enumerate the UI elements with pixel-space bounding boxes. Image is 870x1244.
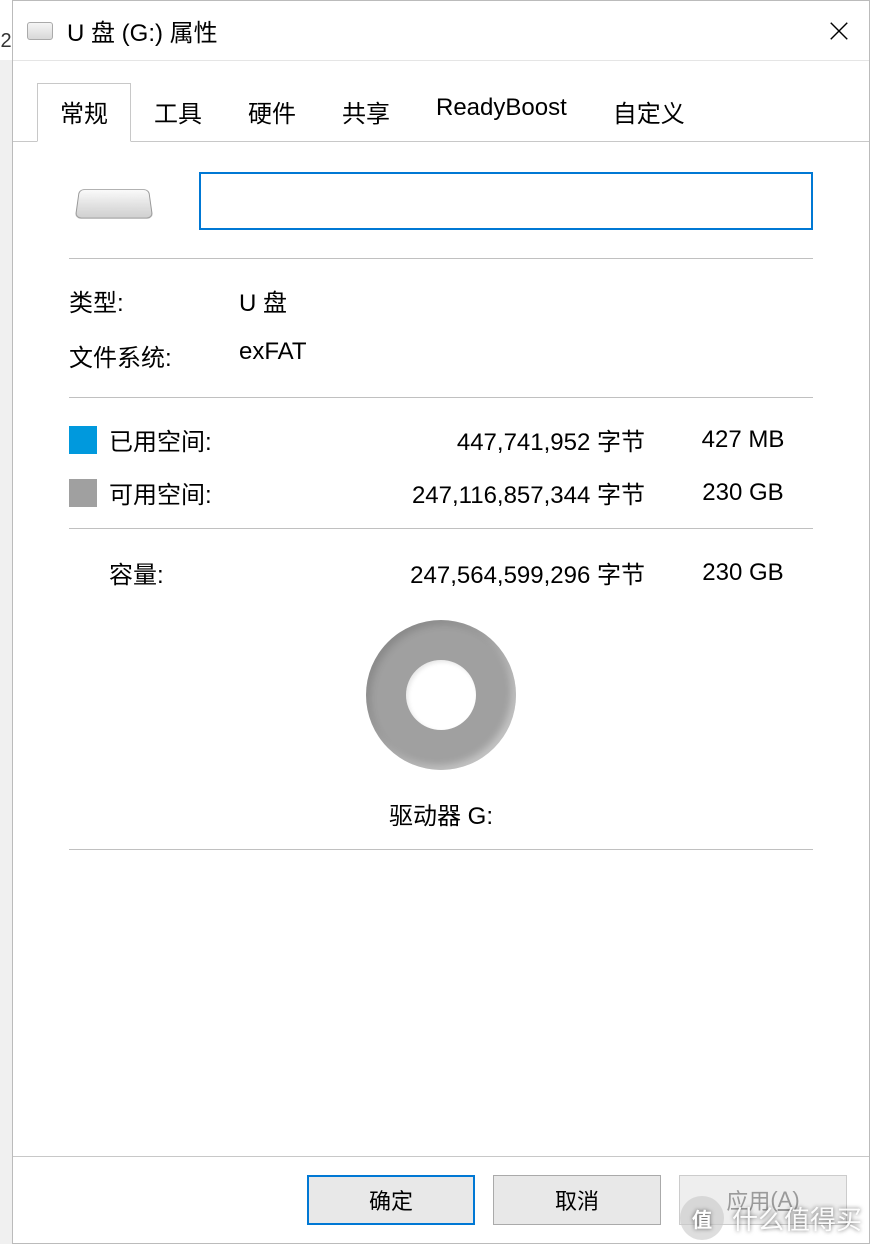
- tab-customize[interactable]: 自定义: [590, 83, 708, 141]
- free-space-label: 可用空间:: [109, 475, 269, 510]
- type-value: U 盘: [239, 283, 813, 318]
- used-space-bytes: 447,741,952 字节: [269, 422, 673, 457]
- close-button[interactable]: [809, 1, 869, 61]
- free-space-row: 可用空间: 247,116,857,344 字节 230 GB: [69, 475, 813, 510]
- used-space-swatch: [69, 426, 97, 454]
- tab-general[interactable]: 常规: [37, 83, 131, 142]
- tab-strip: 常规 工具 硬件 共享 ReadyBoost 自定义: [13, 83, 869, 142]
- drive-name-input[interactable]: [199, 172, 813, 230]
- cancel-button[interactable]: 取消: [493, 1175, 661, 1225]
- used-space-row: 已用空间: 447,741,952 字节 427 MB: [69, 422, 813, 457]
- tab-readyboost[interactable]: ReadyBoost: [413, 83, 590, 141]
- watermark-text: 什么值得买: [732, 1200, 862, 1237]
- usage-chart-wrap: 驱动器 G:: [69, 620, 813, 831]
- filesystem-value: exFAT: [239, 338, 813, 373]
- divider: [69, 258, 813, 259]
- capacity-row: 容量: 247,564,599,296 字节 230 GB: [69, 555, 813, 590]
- usage-pie-chart: [366, 620, 516, 770]
- drive-info-grid: 类型: U 盘 文件系统: exFAT: [69, 283, 813, 373]
- used-space-label: 已用空间:: [109, 422, 269, 457]
- background-window-fragment: 2: [0, 0, 12, 60]
- ok-button[interactable]: 确定: [307, 1175, 475, 1225]
- titlebar: U 盘 (G:) 属性: [13, 1, 869, 61]
- drive-icon: [27, 22, 53, 40]
- properties-dialog: U 盘 (G:) 属性 常规 工具 硬件 共享 ReadyBoost 自定义 类…: [12, 0, 870, 1244]
- capacity-label: 容量:: [109, 555, 269, 590]
- watermark: 值 什么值得买: [672, 1192, 870, 1244]
- capacity-human: 230 GB: [673, 559, 813, 587]
- tab-hardware[interactable]: 硬件: [225, 83, 319, 141]
- tab-content-general: 类型: U 盘 文件系统: exFAT 已用空间: 447,741,952 字节…: [13, 142, 869, 1156]
- drive-icon-large: [69, 176, 159, 226]
- free-space-bytes: 247,116,857,344 字节: [269, 475, 673, 510]
- tab-sharing[interactable]: 共享: [319, 83, 413, 141]
- watermark-badge-icon: 值: [680, 1196, 724, 1240]
- divider: [69, 397, 813, 398]
- tab-tools[interactable]: 工具: [131, 83, 225, 141]
- drive-caption: 驱动器 G:: [389, 796, 493, 831]
- drive-name-row: [69, 172, 813, 230]
- divider: [69, 528, 813, 529]
- filesystem-label: 文件系统:: [69, 338, 239, 373]
- type-label: 类型:: [69, 283, 239, 318]
- used-space-human: 427 MB: [673, 426, 813, 454]
- free-space-human: 230 GB: [673, 479, 813, 507]
- capacity-bytes: 247,564,599,296 字节: [269, 555, 673, 590]
- free-space-swatch: [69, 479, 97, 507]
- close-icon: [828, 20, 850, 42]
- divider: [69, 849, 813, 850]
- window-title: U 盘 (G:) 属性: [67, 13, 809, 48]
